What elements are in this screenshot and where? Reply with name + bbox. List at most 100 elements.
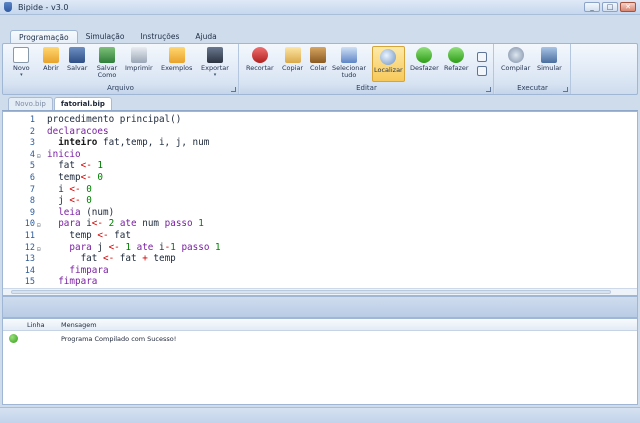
- doc-tab-novo[interactable]: Novo.bip: [8, 97, 53, 110]
- save-icon: [69, 47, 86, 63]
- desfazer-button[interactable]: Desfazer: [410, 47, 439, 72]
- code-line[interactable]: 10 ⊟ para i<- 2 ate num passo 1: [3, 218, 633, 230]
- line-number: 15: [24, 277, 35, 288]
- colar-button[interactable]: Colar: [310, 47, 327, 72]
- group-arquivo: Novo ▾ Abrir Salvar Salvar Como Imprimir…: [3, 44, 239, 94]
- code-line[interactable]: 15 fimpara: [3, 276, 633, 288]
- line-number: 8: [29, 196, 35, 207]
- line-number: 1: [29, 115, 35, 125]
- tab-ajuda[interactable]: Ajuda: [187, 30, 224, 44]
- code-text: fimpara: [58, 276, 98, 288]
- gears-icon: [507, 47, 524, 63]
- code-text: inteiro fat,temp, i, j, num: [58, 137, 210, 149]
- message-row[interactable]: Programa Compilado com Sucesso!: [3, 333, 637, 345]
- localizar-button[interactable]: Localizar: [372, 46, 405, 82]
- line-number: 11: [24, 231, 35, 241]
- novo-button[interactable]: Novo ▾: [13, 47, 30, 79]
- examples-folder-icon: [168, 47, 185, 63]
- code-text: procedimento principal(): [47, 114, 182, 125]
- abrir-button[interactable]: Abrir: [43, 47, 59, 72]
- line-number: 6: [29, 173, 35, 183]
- code-line[interactable]: 6 temp<- 0: [3, 172, 633, 184]
- code-text: j <- 0: [47, 195, 92, 207]
- dialog-launcher-icon[interactable]: [563, 87, 568, 92]
- line-number: 2: [29, 126, 35, 137]
- indent-button[interactable]: [477, 52, 487, 64]
- code-editor[interactable]: 1 procedimento principal() 2 declaracoes 3 i…: [2, 111, 638, 296]
- fold-toggle-icon[interactable]: ⊟: [37, 220, 43, 230]
- chevron-down-icon: ▾: [20, 72, 23, 78]
- tab-instrucoes[interactable]: Instruções: [132, 30, 187, 44]
- salvar-como-button[interactable]: Salvar Como: [93, 47, 121, 79]
- title-bar: Bipide - v3.0 _ □ ✕: [0, 0, 640, 15]
- code-text: i <- 0: [47, 183, 92, 195]
- code-line[interactable]: 14 fimpara: [3, 265, 633, 277]
- dialog-launcher-icon[interactable]: [486, 87, 491, 92]
- code-line[interactable]: 4 ⊟ inicio: [3, 149, 633, 161]
- group-editar: Recortar Copiar Colar Selecionar tudo Lo…: [240, 44, 494, 94]
- tab-simulacao[interactable]: Simulação: [78, 30, 133, 44]
- app-icon: [4, 2, 12, 12]
- simular-button[interactable]: Simular: [537, 47, 562, 72]
- code-line[interactable]: 13 fat <- fat + temp: [3, 253, 633, 265]
- line-number: 9: [29, 207, 35, 218]
- messages-header: Linha Mensagem: [3, 319, 637, 331]
- selecionar-tudo-button[interactable]: Selecionar tudo: [332, 47, 366, 79]
- group-executar: Compilar Simular Executar: [495, 44, 571, 94]
- dialog-launcher-icon[interactable]: [231, 87, 236, 92]
- tab-programacao[interactable]: Programação: [10, 30, 78, 44]
- imprimir-button[interactable]: Imprimir: [125, 47, 153, 72]
- exemplos-button[interactable]: Exemplos: [161, 47, 192, 72]
- horizontal-scrollbar[interactable]: [3, 288, 637, 295]
- line-number: 12: [24, 242, 35, 253]
- code-line[interactable]: 8 j <- 0: [3, 195, 633, 207]
- exportar-button[interactable]: Exportar ▾: [201, 47, 229, 79]
- select-all-icon: [341, 47, 357, 63]
- code-line[interactable]: 3 inteiro fat,temp, i, j, num: [3, 137, 633, 149]
- undo-icon: [416, 47, 433, 63]
- minimize-button[interactable]: _: [584, 2, 600, 12]
- compilar-button[interactable]: Compilar: [501, 47, 530, 72]
- panel-splitter[interactable]: [2, 296, 638, 318]
- ribbon-tabs: Programação Simulação Instruções Ajuda: [0, 30, 640, 44]
- indent-icon: [477, 52, 487, 62]
- redo-icon: [448, 47, 465, 63]
- code-line[interactable]: 7 i <- 0: [3, 184, 633, 196]
- chevron-down-icon: ▾: [213, 72, 217, 78]
- scissors-icon: [251, 47, 268, 63]
- line-number: 4: [29, 149, 35, 160]
- code-line[interactable]: 12 ⊟ para j <- 1 ate i-1 passo 1: [3, 242, 633, 254]
- maximize-button[interactable]: □: [602, 2, 618, 12]
- line-number: 5: [29, 161, 35, 172]
- recortar-button[interactable]: Recortar: [246, 47, 274, 72]
- code-text: fat <- 1: [47, 160, 104, 172]
- doc-tab-fatorial[interactable]: fatorial.bip: [53, 97, 112, 110]
- code-text: inicio: [47, 148, 81, 160]
- group-label-arquivo: Arquivo: [3, 84, 238, 94]
- group-label-executar: Executar: [495, 84, 570, 94]
- messages-panel: Linha Mensagem Programa Compilado com Su…: [2, 318, 638, 405]
- ribbon: Novo ▾ Abrir Salvar Salvar Como Imprimir…: [2, 43, 638, 95]
- fold-toggle-icon[interactable]: ⊟: [37, 244, 43, 254]
- export-icon: [206, 47, 223, 63]
- fold-toggle-icon[interactable]: ⊟: [37, 151, 43, 161]
- salvar-button[interactable]: Salvar: [67, 47, 87, 72]
- success-check-icon: [9, 334, 18, 343]
- code-line[interactable]: 9 leia (num): [3, 207, 633, 219]
- code-text: temp <- fat: [47, 230, 131, 241]
- line-number: 13: [24, 254, 35, 265]
- column-header-mensagem[interactable]: Mensagem: [61, 321, 97, 329]
- printer-icon: [130, 47, 147, 63]
- close-button[interactable]: ✕: [620, 2, 636, 12]
- column-header-linha[interactable]: Linha: [27, 321, 45, 329]
- outdent-button[interactable]: [477, 66, 487, 78]
- paste-icon: [310, 47, 327, 63]
- copiar-button[interactable]: Copiar: [282, 47, 303, 72]
- scrollbar-thumb[interactable]: [11, 290, 611, 294]
- refazer-button[interactable]: Refazer: [444, 47, 469, 72]
- code-line[interactable]: 2 declaracoes: [3, 126, 633, 138]
- code-line[interactable]: 1 procedimento principal(): [3, 114, 633, 126]
- line-number: 7: [29, 184, 35, 195]
- code-line[interactable]: 5 fat <- 1: [3, 160, 633, 172]
- code-line[interactable]: 11 temp <- fat: [3, 230, 633, 242]
